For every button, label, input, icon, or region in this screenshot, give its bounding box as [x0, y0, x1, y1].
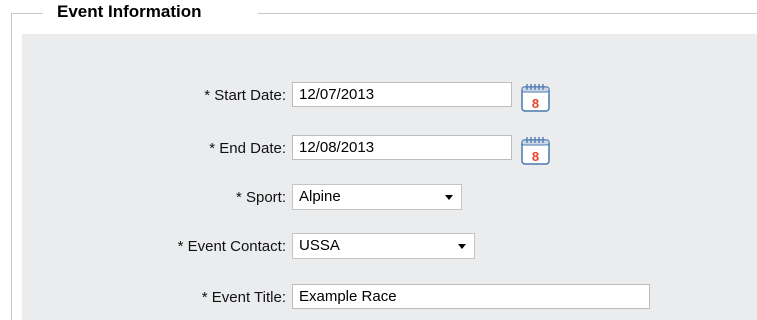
event-title-row: * Event Title: [0, 284, 757, 314]
event-contact-select[interactable]: USSA [292, 233, 475, 259]
event-info-panel [22, 34, 757, 320]
event-contact-label: * Event Contact: [177, 238, 286, 255]
fieldset-legend: Event Information [57, 2, 202, 21]
sport-select[interactable]: Alpine [292, 184, 462, 210]
fieldset-border-vertical [11, 13, 12, 320]
calendar-day: 8 [532, 149, 539, 164]
fieldset-border-right [258, 13, 757, 14]
end-date-label: * End Date: [209, 140, 286, 157]
start-date-row: * Start Date: 8 [0, 82, 757, 112]
event-contact-selected-value: USSA [299, 237, 340, 254]
chevron-down-icon [445, 195, 453, 200]
end-date-input[interactable] [292, 135, 512, 160]
end-date-row: * End Date: 8 [0, 135, 757, 165]
start-date-label: * Start Date: [204, 87, 286, 104]
calendar-icon[interactable]: 8 [519, 81, 552, 113]
sport-selected-value: Alpine [299, 188, 341, 205]
event-title-input[interactable] [292, 284, 650, 309]
event-title-label: * Event Title: [201, 289, 286, 306]
sport-label: * Sport: [235, 189, 286, 206]
sport-row: * Sport: Alpine [0, 184, 757, 214]
chevron-down-icon [458, 244, 466, 249]
start-date-input[interactable] [292, 82, 512, 107]
fieldset-border-left [11, 13, 43, 14]
event-contact-row: * Event Contact: USSA [0, 233, 757, 263]
calendar-day: 8 [532, 96, 539, 111]
calendar-icon[interactable]: 8 [519, 134, 552, 166]
